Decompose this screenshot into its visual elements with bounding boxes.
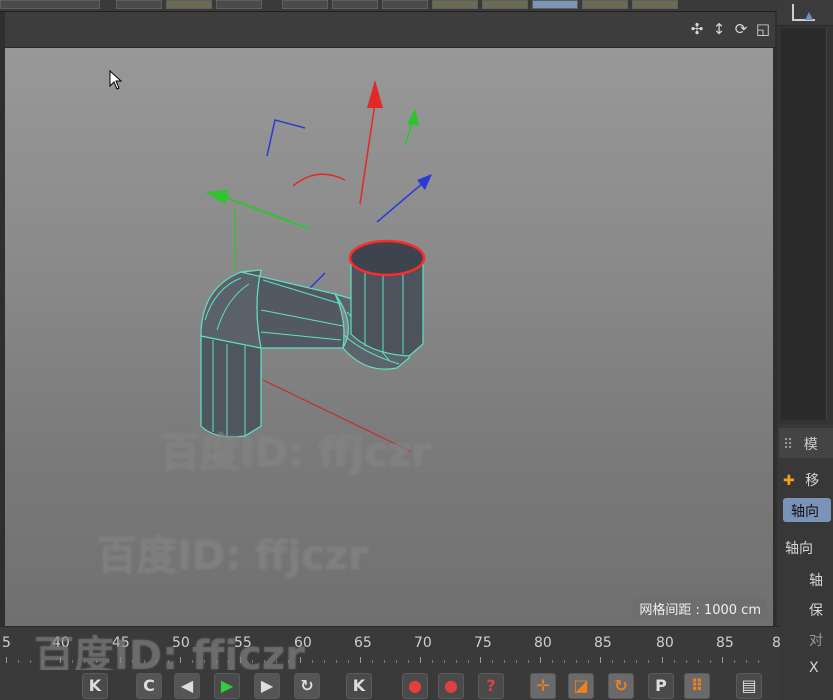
toolbar-button[interactable]	[632, 0, 678, 9]
param-icon[interactable]: P	[648, 673, 674, 699]
rotate-view-icon[interactable]: ⟳	[733, 20, 749, 38]
first-frame-icon[interactable]: K	[82, 673, 108, 699]
next-frame-icon[interactable]: ▶	[254, 673, 280, 699]
timeline-tick-label: 85	[594, 635, 612, 651]
last-frame-icon[interactable]: K	[346, 673, 372, 699]
object-manager-area[interactable]	[781, 28, 827, 420]
prev-key-icon[interactable]: C	[136, 673, 162, 699]
attributes-header-label: 模	[803, 437, 818, 453]
record-icon[interactable]: ●	[402, 673, 428, 699]
move-tool-icon[interactable]: ✛	[530, 673, 556, 699]
attributes-header: ⠿ 模	[779, 428, 833, 458]
timeline-tick-label: 70	[414, 635, 432, 651]
toolbar-button[interactable]	[0, 0, 100, 9]
move-tool-label: 移	[805, 473, 820, 489]
pipe-lower-bend	[200, 269, 262, 349]
gizmo-red-rotation-arc	[292, 173, 346, 187]
next-key-icon[interactable]: ↻	[294, 673, 320, 699]
axis-section-label: 轴向	[785, 541, 813, 557]
toolbar-button[interactable]	[382, 0, 428, 9]
timeline-tick-label: 80	[534, 635, 552, 651]
object-axis-red	[262, 379, 411, 452]
gizmo-green-arrowhead-2	[205, 190, 229, 204]
move-view-icon[interactable]: ✣	[689, 20, 705, 38]
gizmo-blue-rotation-arc	[266, 119, 306, 157]
prev-frame-icon[interactable]: ◀	[174, 673, 200, 699]
pipe-mesh[interactable]	[200, 239, 426, 438]
timeline-tick-label: 65	[354, 635, 372, 651]
toolbar-button[interactable]	[216, 0, 262, 9]
object-axis-blue	[309, 272, 326, 289]
toolbar-button[interactable]	[482, 0, 528, 9]
viewport-header: ✣ ↕ ⟳ ◱	[5, 12, 775, 48]
toolbar-button[interactable]	[332, 0, 378, 9]
timeline-ruler[interactable]: 5 40 45 50 55 60 65 70 75 80 85 80 85 8 …	[0, 626, 781, 679]
gizmo-green-line-2	[226, 197, 311, 230]
top-toolbar-strip	[0, 0, 780, 12]
toolbar-button[interactable]	[582, 0, 628, 9]
timeline-tick-label: 75	[474, 635, 492, 651]
film-icon[interactable]: ▤	[736, 673, 762, 699]
timeline-tick-label: 85	[716, 635, 734, 651]
timeline-tick-label: 50	[172, 635, 190, 651]
gizmo-blue-line	[376, 182, 424, 223]
3d-viewport[interactable]: 百度ID: ffjczr 百度ID: ffjczr 网格间距 : 1000 cm	[5, 48, 773, 626]
axis-option-label: 轴	[809, 573, 823, 589]
timeline-tick-label: 40	[52, 635, 70, 651]
timeline-tick-label: 8	[772, 635, 781, 651]
attributes-panel: ⠿ 模 ✚ 移 轴向 轴向 轴 保 对 X	[777, 424, 833, 700]
toolbar-button[interactable]	[166, 0, 212, 9]
timeline-tick-label: 60	[294, 635, 312, 651]
toolbar-button[interactable]	[432, 0, 478, 9]
selected-edge-ring	[348, 239, 426, 277]
timeline-tick-label: 5	[2, 635, 11, 651]
gizmo-y-red-line	[359, 102, 376, 205]
timeline-tick-label: 45	[112, 635, 130, 651]
tab-axis[interactable]: 轴向	[783, 498, 831, 522]
x-option-label: X	[809, 660, 819, 676]
toolbar-button[interactable]	[116, 0, 162, 9]
timeline-tick-label: 80	[656, 635, 674, 651]
viewport-nav-icons: ✣ ↕ ⟳ ◱	[689, 20, 771, 38]
grid-icon[interactable]: ⠿	[684, 673, 710, 699]
play-icon[interactable]: ▶	[214, 673, 240, 699]
move-tool-row: ✚ 移	[783, 470, 819, 490]
right-side-panel: ⠿ 模 ✚ 移 轴向 轴向 轴 保 对 X	[777, 0, 833, 700]
scene-canvas	[200, 80, 432, 452]
toolbar-button[interactable]	[532, 0, 578, 9]
scale-tool-icon[interactable]: ◪	[568, 673, 594, 699]
world-axis-gizmo	[205, 80, 432, 230]
dolly-icon[interactable]: ↕	[711, 20, 727, 38]
right-top-bar	[777, 0, 833, 26]
grid-spacing-readout: 网格间距 : 1000 cm	[633, 597, 767, 620]
rotate-tool-icon[interactable]: ↻	[608, 673, 634, 699]
move-cross-icon: ✚	[783, 473, 795, 489]
align-option-label: 对	[809, 633, 823, 649]
keep-option-label: 保	[809, 603, 823, 619]
autokey-icon[interactable]: ●	[438, 673, 464, 699]
timeline-tick-label: 55	[234, 635, 252, 651]
help-icon[interactable]: ?	[478, 673, 504, 699]
mouse-cursor-icon	[109, 70, 123, 90]
dots-icon: ⠿	[783, 437, 794, 453]
toggle-view-icon[interactable]: ◱	[755, 20, 771, 38]
transport-toolbar: K C ◀ ▶ ▶ ↻ K ● ● ? ✛ ◪ ↻ P ⠿ ▤	[0, 670, 780, 700]
axis-mode-icon[interactable]	[789, 2, 819, 24]
pipe-vertical-segment	[200, 335, 262, 438]
gizmo-green-arrowhead	[407, 108, 419, 126]
gizmo-blue-arrowhead	[417, 174, 432, 190]
gizmo-red-arrowhead	[367, 80, 383, 108]
toolbar-button[interactable]	[282, 0, 328, 9]
